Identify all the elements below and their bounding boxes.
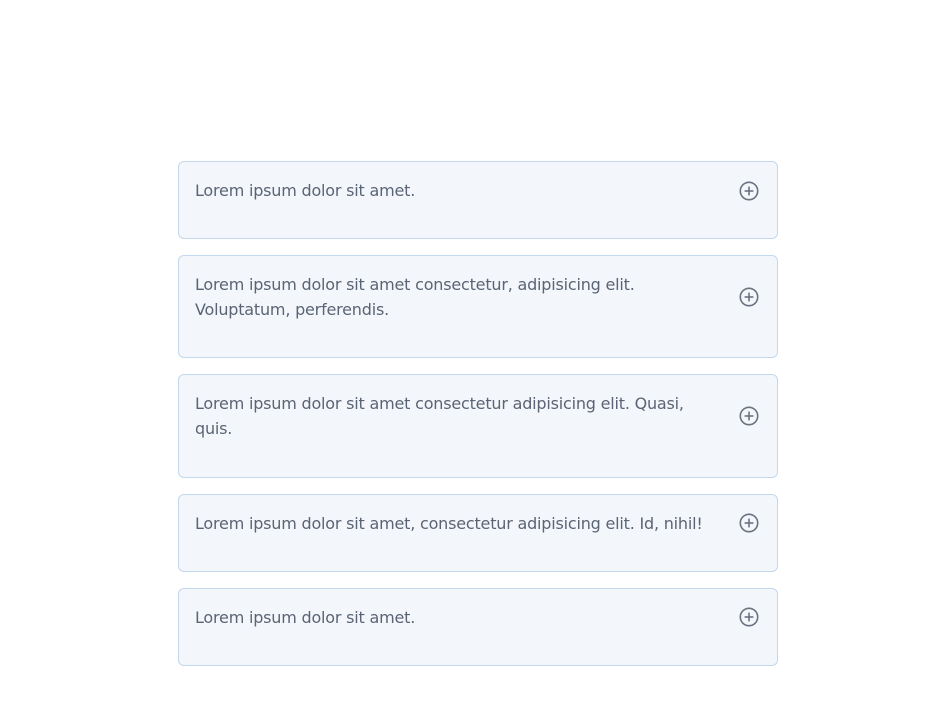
- faq-question: Lorem ipsum dolor sit amet consectetur, …: [195, 275, 635, 319]
- plus-circle-icon[interactable]: [738, 286, 760, 308]
- faq-item[interactable]: Lorem ipsum dolor sit amet.: [178, 161, 778, 239]
- faq-question: Lorem ipsum dolor sit amet.: [195, 181, 416, 200]
- faq-item[interactable]: Lorem ipsum dolor sit amet consectetur a…: [178, 374, 778, 478]
- faq-question: Lorem ipsum dolor sit amet, consectetur …: [195, 514, 703, 533]
- faq-item[interactable]: Lorem ipsum dolor sit amet.: [178, 588, 778, 666]
- plus-circle-icon[interactable]: [738, 405, 760, 427]
- faq-item[interactable]: Lorem ipsum dolor sit amet, consectetur …: [178, 494, 778, 572]
- faq-question: Lorem ipsum dolor sit amet.: [195, 608, 416, 627]
- plus-circle-icon[interactable]: [738, 606, 760, 628]
- faq-accordion: Lorem ipsum dolor sit amet. Lorem ipsum …: [178, 161, 778, 682]
- plus-circle-icon[interactable]: [738, 512, 760, 534]
- plus-circle-icon[interactable]: [738, 180, 760, 202]
- faq-item[interactable]: Lorem ipsum dolor sit amet consectetur, …: [178, 255, 778, 358]
- faq-question: Lorem ipsum dolor sit amet consectetur a…: [195, 394, 684, 438]
